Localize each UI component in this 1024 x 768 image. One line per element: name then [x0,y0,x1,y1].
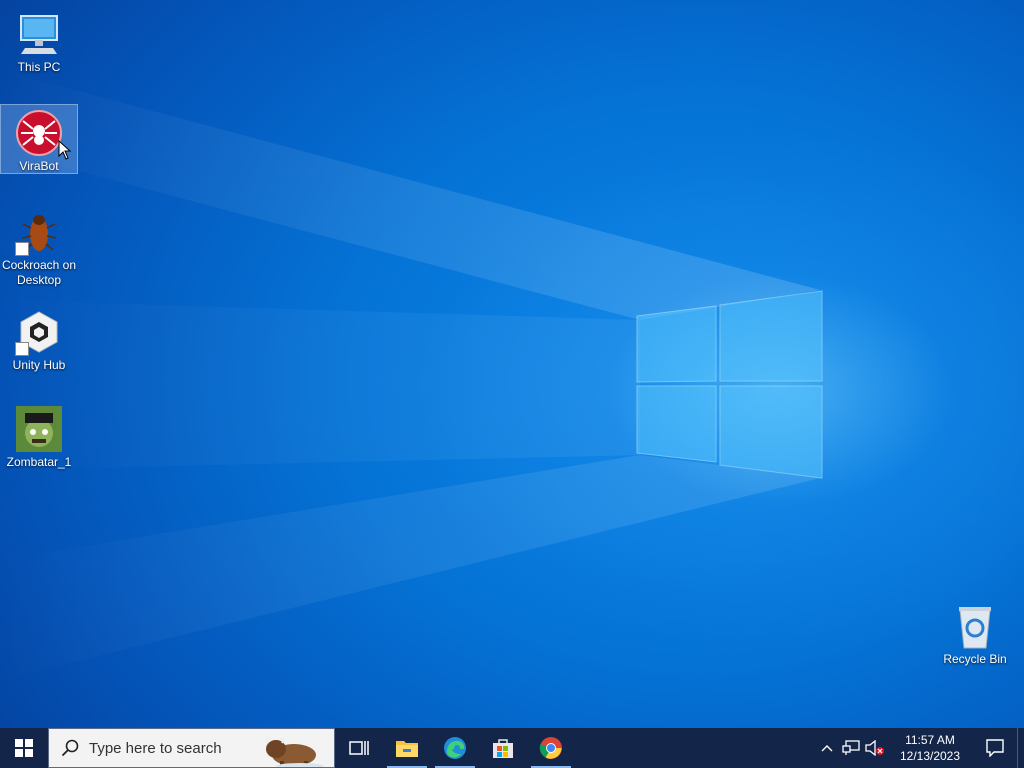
chevron-up-icon [821,745,833,752]
taskbar-search-box[interactable]: Type here to search [48,728,335,768]
notification-icon [986,739,1004,757]
bison-search-highlight-icon [265,737,324,767]
unity-icon [15,308,63,356]
desktop-icon-label: Cockroach on Desktop [1,258,77,287]
desktop-icon-recycle-bin[interactable]: Recycle Bin [937,598,1013,667]
task-view-button[interactable] [335,728,383,768]
store-bag-icon [493,739,513,758]
folder-icon [396,741,418,757]
desktop-icon-zombatar[interactable]: Zombatar_1 [1,401,77,470]
chrome-icon [539,737,562,759]
desktop-icon-virabot[interactable]: ViraBot [0,104,78,174]
clock-time: 11:57 AM [905,733,955,747]
desktop-icon-unity-hub[interactable]: Unity Hub [1,304,77,373]
wallpaper-light-beams [0,70,823,680]
shortcut-arrow-icon [15,242,29,256]
show-hidden-icons-button[interactable] [815,728,839,768]
system-tray: 11:57 AM 12/13/2023 [815,728,1024,768]
desktop-icon-label: This PC [17,60,61,74]
clock-date: 12/13/2023 [899,749,961,763]
mouse-cursor-icon [58,140,72,160]
network-icon [842,740,860,755]
taskbar-app-file-explorer[interactable] [383,728,431,768]
taskbar-app-edge[interactable] [431,728,479,768]
volume-muted-icon [865,740,884,756]
volume-button[interactable] [863,728,887,768]
taskbar: Type here to search 11:57 AM 12/13/2023 [0,728,1024,768]
action-center-button[interactable] [973,728,1017,768]
desktop-icon-label: Unity Hub [12,358,66,372]
taskbar-app-store[interactable] [479,728,527,768]
start-button[interactable] [0,728,48,768]
show-desktop-button[interactable] [1017,728,1024,768]
clock[interactable]: 11:57 AM 12/13/2023 [887,732,973,764]
network-button[interactable] [839,728,863,768]
desktop[interactable]: This PC ViraBot Cockroach on Desktop Uni… [0,0,1024,728]
edge-icon [444,737,466,759]
monitor-icon [15,10,63,58]
windows-logo-icon [15,739,33,757]
spider-icon [15,109,63,157]
zombie-avatar-icon [15,405,63,453]
recycle-bin-icon [951,602,999,650]
desktop-icon-this-pc[interactable]: This PC [1,6,77,75]
taskbar-app-chrome[interactable] [527,728,575,768]
cockroach-icon [15,208,63,256]
task-view-icon [349,741,369,755]
search-placeholder: Type here to search [89,739,222,757]
shortcut-arrow-icon [15,342,29,356]
desktop-icon-label: Recycle Bin [943,652,1007,666]
desktop-icon-label: ViraBot [19,159,59,173]
desktop-icon-cockroach[interactable]: Cockroach on Desktop [1,204,77,288]
search-icon [61,739,79,757]
desktop-icon-label: Zombatar_1 [6,455,72,469]
